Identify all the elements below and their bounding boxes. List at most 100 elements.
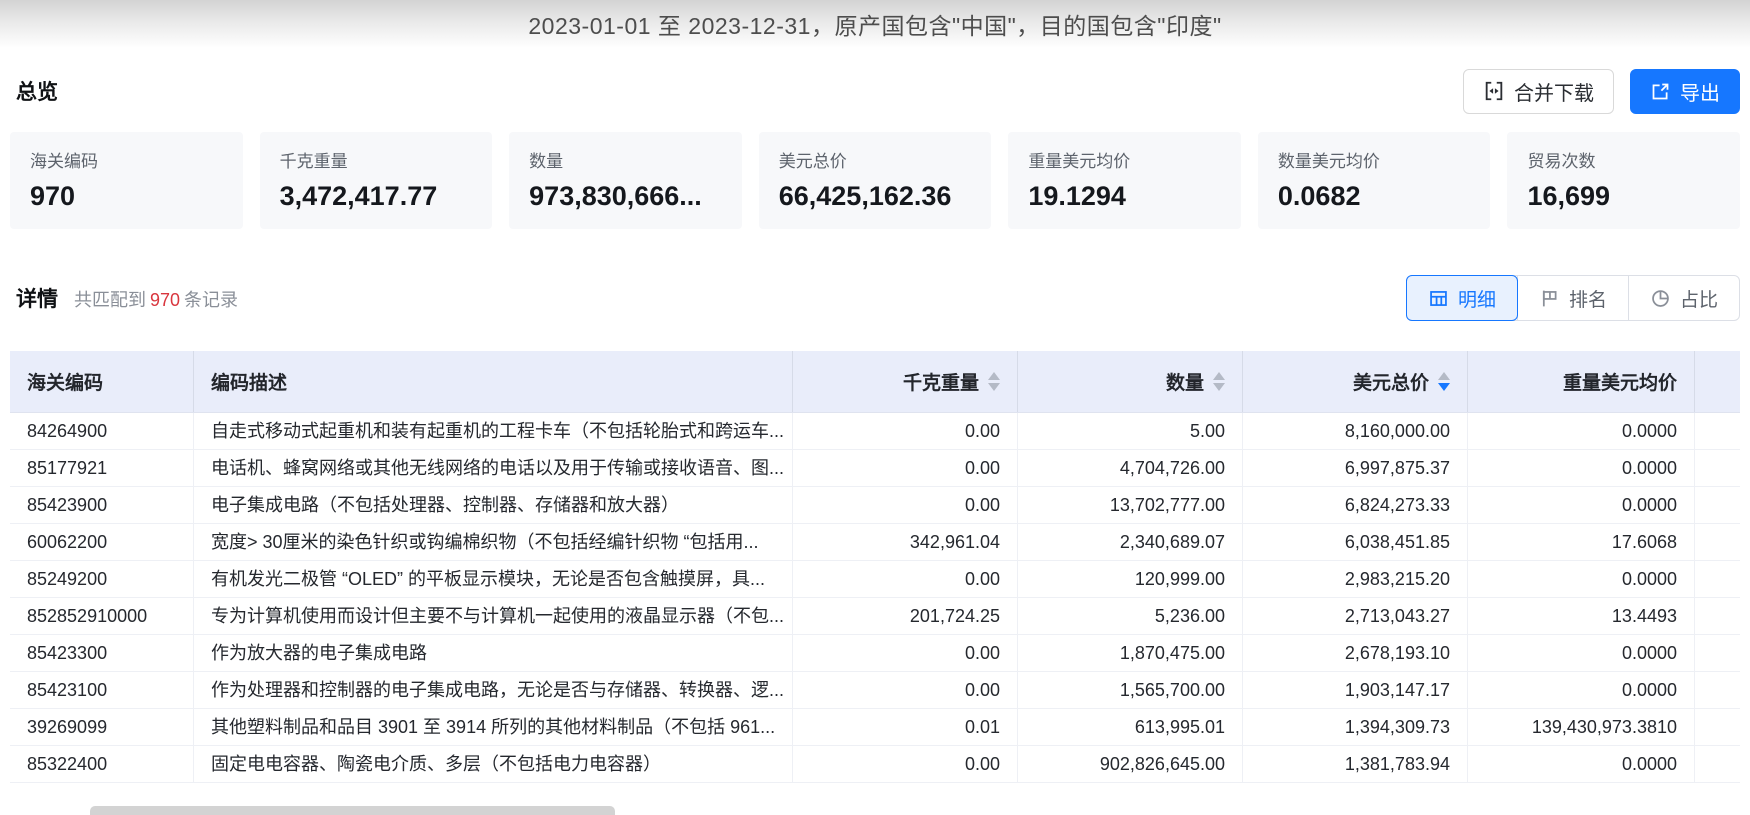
column-header-quantity[interactable]: 数量 — [1018, 351, 1243, 412]
cell-quantity: 13,702,777.00 — [1018, 487, 1243, 523]
sort-icon[interactable] — [1213, 372, 1225, 391]
stat-card-value: 3,472,417.77 — [279, 181, 438, 211]
detail-table: 海关编码 编码描述 千克重量 数量 美元总价 重量美元均价 84264900 自走… — [10, 351, 1740, 783]
sort-icon[interactable] — [988, 372, 1000, 391]
stat-card-label: 海关编码 — [30, 152, 98, 171]
stat-card: 美元总价 66,425,162.36 — [758, 132, 992, 229]
cell-kg-weight: 342,961.04 — [793, 524, 1018, 560]
match-count: 970 — [150, 290, 181, 310]
cell-description: 作为处理器和控制器的电子集成电路，无论是否与存储器、转换器、逻... — [194, 672, 793, 708]
column-label: 重量美元均价 — [1562, 373, 1677, 394]
column-header-usd-total[interactable]: 美元总价 — [1243, 351, 1468, 412]
cell-gutter — [1695, 635, 1740, 671]
cell-description: 有机发光二极管 “OLED” 的平板显示模块，无论是否包含触摸屏，具... — [194, 561, 793, 597]
cell-usd-per-kg: 0.0000 — [1468, 487, 1695, 523]
tab-ranking[interactable]: 排名 — [1516, 276, 1628, 320]
stat-card: 重量美元均价 19.1294 — [1008, 132, 1241, 229]
column-header-kg-weight[interactable]: 千克重量 — [793, 351, 1018, 412]
merge-download-button[interactable]: 合并下载 — [1463, 68, 1614, 114]
cell-usd-total: 8,160,000.00 — [1243, 413, 1468, 449]
stat-card-label: 数量美元均价 — [1277, 152, 1380, 171]
cell-gutter — [1695, 524, 1740, 560]
cell-gutter — [1695, 598, 1740, 634]
cell-quantity: 902,826,645.00 — [1018, 746, 1243, 782]
column-header-usd-per-kg: 重量美元均价 — [1468, 351, 1695, 412]
details-header: 详情 共匹配到 970 条记录 明细 排名 占比 — [16, 275, 1740, 321]
cell-code: 60062200 — [10, 524, 194, 560]
sort-asc-caret — [1438, 372, 1450, 380]
cell-quantity: 120,999.00 — [1018, 561, 1243, 597]
tab-label: 排名 — [1568, 289, 1607, 311]
cell-usd-per-kg: 17.6068 — [1468, 524, 1695, 560]
overview-actions: 合并下载 导出 — [1463, 68, 1740, 114]
stat-card-label: 美元总价 — [778, 152, 847, 171]
stat-card: 千克重量 3,472,417.77 — [259, 132, 493, 229]
stat-card-label: 贸易次数 — [1527, 152, 1596, 171]
cell-kg-weight: 0.00 — [793, 450, 1018, 486]
column-header-gutter — [1695, 351, 1740, 412]
overview-header: 总览 合并下载 导出 — [0, 48, 1750, 114]
column-label: 数量 — [1165, 373, 1204, 394]
details-section-title: 详情 — [16, 288, 58, 311]
cell-description: 电话机、蜂窝网络或其他无线网络的电话以及用于传输或接收语音、图... — [194, 450, 793, 486]
cell-kg-weight: 0.00 — [793, 413, 1018, 449]
horizontal-scrollbar-thumb[interactable] — [90, 806, 615, 815]
cell-description: 电子集成电路（不包括处理器、控制器、存储器和放大器） — [194, 487, 793, 523]
cell-code: 85423100 — [10, 672, 194, 708]
stat-card-value: 970 — [30, 181, 76, 211]
sort-desc-caret — [988, 383, 1000, 391]
table-row: 85423900 电子集成电路（不包括处理器、控制器、存储器和放大器） 0.00 13… — [10, 487, 1740, 524]
stat-card: 数量美元均价 0.0682 — [1257, 132, 1491, 229]
pie-chart-icon — [1650, 288, 1671, 309]
cell-code: 85249200 — [10, 561, 194, 597]
cell-quantity: 5.00 — [1018, 413, 1243, 449]
export-button[interactable]: 导出 — [1630, 68, 1740, 114]
stat-card-label: 千克重量 — [279, 152, 348, 171]
cell-gutter — [1695, 709, 1740, 745]
stat-card: 海关编码 970 — [10, 132, 243, 229]
cell-gutter — [1695, 561, 1740, 597]
overview-section-title: 总览 — [16, 81, 58, 104]
match-suffix: 条记录 — [184, 290, 239, 310]
sort-desc-caret — [1438, 383, 1450, 391]
cell-description: 宽度> 30厘米的染色针织或钩编棉织物（不包括经编针织物 “包括用... — [194, 524, 793, 560]
top-title-bar: 2023-01-01 至 2023-12-31，原产国包含"中国"，目的国包含"… — [0, 0, 1750, 48]
cell-usd-per-kg: 0.0000 — [1468, 561, 1695, 597]
column-header-description: 编码描述 — [194, 351, 793, 412]
tab-pie[interactable]: 占比 — [1627, 276, 1739, 320]
column-label: 海关编码 — [27, 373, 104, 394]
cell-quantity: 2,340,689.07 — [1018, 524, 1243, 560]
cell-gutter — [1695, 746, 1740, 782]
cell-code: 85423900 — [10, 487, 194, 523]
stat-card-value: 19.1294 — [1028, 181, 1126, 211]
cell-kg-weight: 0.00 — [793, 487, 1018, 523]
cell-usd-total: 1,903,147.17 — [1243, 672, 1468, 708]
cell-code: 85177921 — [10, 450, 194, 486]
page-title: 2023-01-01 至 2023-12-31，原产国包含"中国"，目的国包含"… — [528, 13, 1222, 39]
cell-description: 作为放大器的电子集成电路 — [194, 635, 793, 671]
merge-download-icon — [1483, 80, 1505, 102]
cell-gutter — [1695, 672, 1740, 708]
table-header-row: 海关编码 编码描述 千克重量 数量 美元总价 重量美元均价 — [10, 351, 1740, 413]
cell-quantity: 613,995.01 — [1018, 709, 1243, 745]
table-row: 852852910000 专为计算机使用而设计但主要不与计算机一起使用的液晶显示器… — [10, 598, 1740, 635]
cell-usd-total: 2,983,215.20 — [1243, 561, 1468, 597]
cell-quantity: 1,870,475.00 — [1018, 635, 1243, 671]
view-tabs: 明细 排名 占比 — [1405, 275, 1740, 321]
cell-usd-per-kg: 0.0000 — [1468, 746, 1695, 782]
table-row: 85249200 有机发光二极管 “OLED” 的平板显示模块，无论是否包含触摸屏… — [10, 561, 1740, 598]
table-row: 85423300 作为放大器的电子集成电路 0.00 1,870,475.00 2,67… — [10, 635, 1740, 672]
cell-gutter — [1695, 413, 1740, 449]
cell-usd-per-kg: 13.4493 — [1468, 598, 1695, 634]
stat-card: 贸易次数 16,699 — [1507, 132, 1741, 229]
cell-usd-total: 6,824,273.33 — [1243, 487, 1468, 523]
ranking-icon — [1539, 288, 1560, 309]
cell-gutter — [1695, 487, 1740, 523]
tab-table[interactable]: 明细 — [1405, 275, 1518, 321]
cell-usd-total: 1,394,309.73 — [1243, 709, 1468, 745]
column-label: 美元总价 — [1352, 373, 1429, 394]
sort-icon[interactable] — [1438, 372, 1450, 391]
cell-kg-weight: 0.00 — [793, 746, 1018, 782]
cell-usd-per-kg: 0.0000 — [1468, 635, 1695, 671]
stat-card-value: 973,830,666... — [529, 181, 702, 211]
